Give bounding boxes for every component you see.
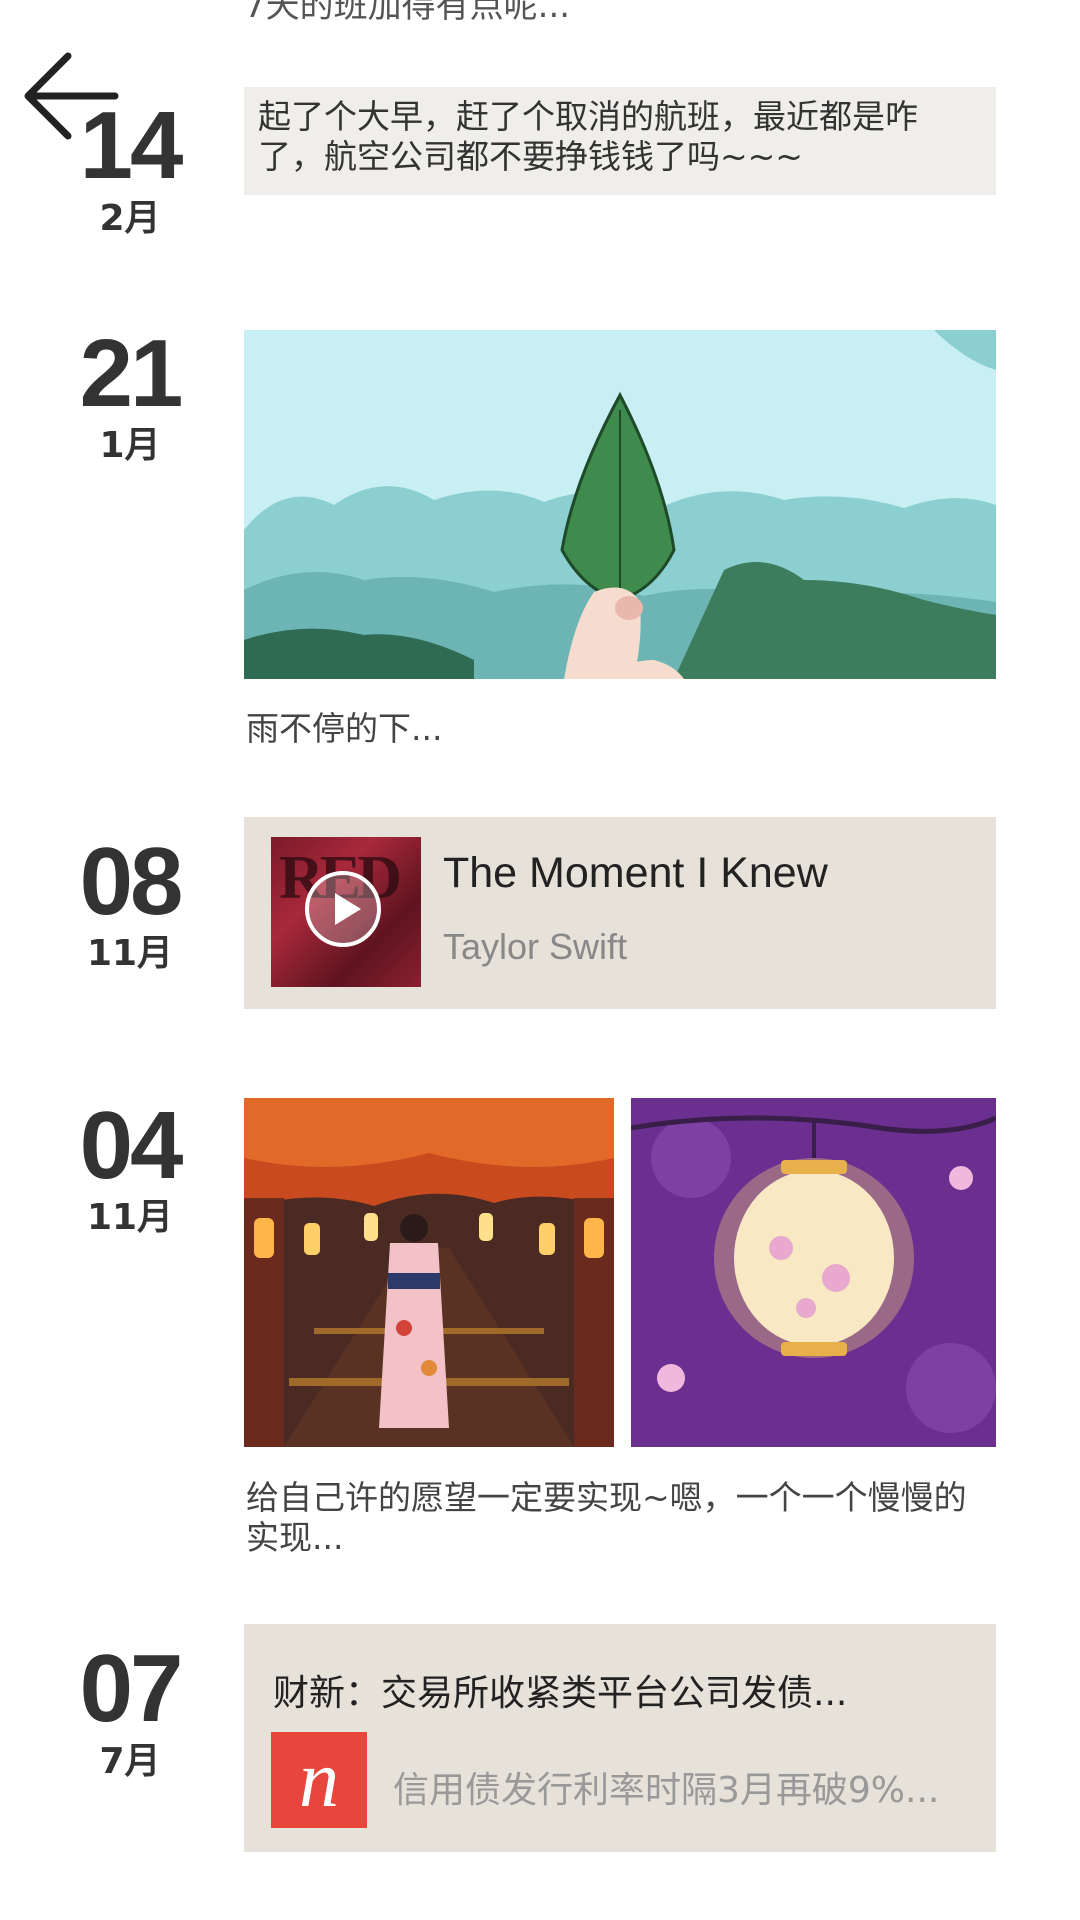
entry-day: 14 <box>79 92 184 199</box>
play-icon[interactable] <box>305 871 381 947</box>
entry-month: 1月 <box>99 425 161 466</box>
text-post[interactable]: 起了个大早，赶了个取消的航班，最近都是咋了，航空公司都不要挣钱钱了吗~~~ <box>244 87 996 195</box>
entry-day: 08 <box>79 828 184 935</box>
entry-day: 07 <box>79 1635 184 1742</box>
caixin-logo-icon: n <box>271 1732 367 1828</box>
song-artist: Taylor Swift <box>443 926 628 967</box>
entry-month: 7月 <box>99 1741 161 1782</box>
post-text: 起了个大早，赶了个取消的航班，最近都是咋了，航空公司都不要挣钱钱了吗~~~ <box>258 97 918 176</box>
previous-entry-text: 7天的班加得有点呢... <box>244 0 571 26</box>
news-share-card[interactable]: 财新：交易所收紧类平台公司发债... n 信用债发行利率时隔3月再破9%... <box>244 1624 996 1852</box>
post-image-lantern[interactable] <box>630 1098 998 1447</box>
post-image-kimono[interactable] <box>244 1098 614 1447</box>
entry-month: 2月 <box>99 198 161 239</box>
post-caption: 给自己许的愿望一定要实现~嗯，一个一个慢慢的实现... <box>246 1478 967 1557</box>
song-title: The Moment I Knew <box>443 849 828 897</box>
entry-month: 11月 <box>86 933 174 974</box>
entry-month: 11月 <box>86 1197 174 1238</box>
entry-day: 21 <box>79 320 184 427</box>
music-share-card[interactable]: RED The Moment I Knew Taylor Swift <box>244 817 996 1009</box>
news-subtitle: 信用债发行利率时隔3月再破9%... <box>393 1770 940 1811</box>
post-caption: 雨不停的下... <box>246 709 443 748</box>
album-cover: RED <box>271 837 421 987</box>
news-title: 财新：交易所收紧类平台公司发债... <box>273 1673 848 1714</box>
entry-day: 04 <box>79 1092 184 1199</box>
post-image-leaf[interactable] <box>244 330 996 679</box>
